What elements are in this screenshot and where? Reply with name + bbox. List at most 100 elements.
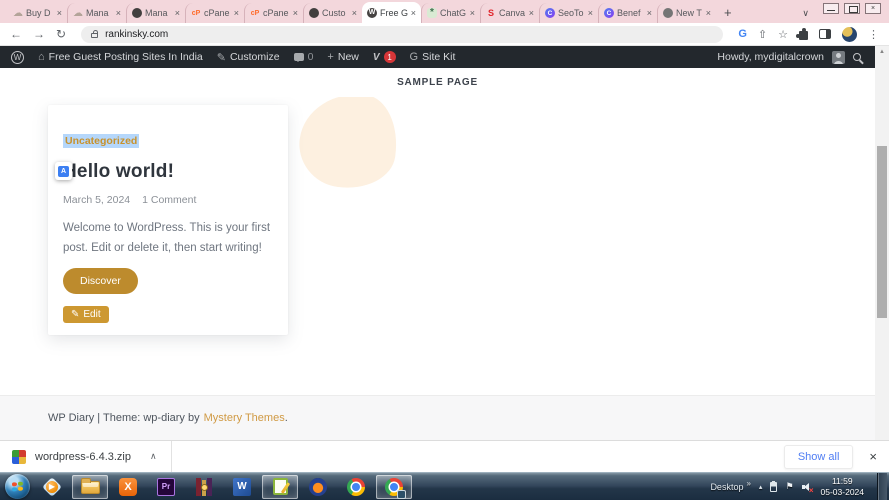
profile-avatar[interactable]: [842, 27, 857, 42]
search-icon[interactable]: [853, 53, 861, 61]
side-panel-icon[interactable]: [819, 29, 831, 39]
download-bar-close-icon[interactable]: ×: [869, 449, 877, 464]
download-expand-icon[interactable]: ∧: [150, 451, 157, 462]
taskbar-media-player-button[interactable]: ▶: [34, 475, 70, 499]
show-desktop-button[interactable]: [877, 473, 887, 500]
google-translate-icon[interactable]: A: [58, 166, 69, 177]
cloud-favicon-icon: ☁: [13, 8, 23, 18]
post-title-link[interactable]: Hello world!: [63, 161, 273, 183]
page-scrollbar[interactable]: ▲: [875, 46, 889, 440]
lock-icon[interactable]: [91, 33, 98, 38]
volume-muted-icon[interactable]: [802, 482, 813, 492]
browser-menu-icon[interactable]: ⋮: [868, 28, 879, 41]
taskbar-winrar-button[interactable]: [186, 475, 222, 499]
discover-button[interactable]: Discover: [63, 268, 138, 294]
reload-icon[interactable]: ↻: [56, 28, 66, 40]
mystery-themes-link[interactable]: Mystery Themes: [204, 412, 285, 424]
tab-close-icon[interactable]: ×: [411, 8, 416, 18]
tab-close-icon[interactable]: ×: [175, 8, 180, 18]
download-item[interactable]: wordpress-6.4.3.zip ∧: [12, 441, 171, 472]
tab-close-icon[interactable]: ×: [647, 8, 652, 18]
admin-bar-account[interactable]: Howdy, mydigitalcrown: [717, 51, 871, 64]
user-avatar: [832, 51, 845, 64]
tab-manage-1[interactable]: ☁ Mana ×: [67, 3, 126, 23]
footer-period: .: [285, 412, 288, 424]
tab-new-tab[interactable]: New T ×: [657, 3, 716, 23]
tab-close-icon[interactable]: ×: [588, 8, 593, 18]
battery-icon[interactable]: [770, 482, 777, 492]
tab-customer[interactable]: Custo ×: [303, 3, 362, 23]
desktop-toolbar[interactable]: Desktop »: [710, 482, 750, 492]
taskbar-clock[interactable]: 11:59 05-03-2024: [821, 476, 864, 497]
tab-buy-domain[interactable]: ☁ Buy D ×: [8, 3, 67, 23]
cpanel-favicon-icon: cP: [191, 8, 201, 18]
wp-admin-bar: W ⌂ Free Guest Posting Sites In India ✎ …: [0, 46, 875, 68]
address-bar[interactable]: rankinsky.com: [81, 26, 723, 43]
tab-close-icon[interactable]: ×: [529, 8, 534, 18]
forward-icon[interactable]: →: [33, 28, 45, 40]
tab-cpanel-2[interactable]: cP cPane ×: [244, 3, 303, 23]
desktop-chevrons-icon[interactable]: »: [746, 479, 750, 489]
cloud-favicon-icon: ☁: [73, 8, 83, 18]
edit-button[interactable]: ✎ Edit: [63, 306, 109, 323]
close-window-button[interactable]: ×: [865, 3, 881, 14]
post-category-link[interactable]: Uncategorized: [63, 134, 139, 148]
tab-close-icon[interactable]: ×: [706, 8, 711, 18]
tab-close-icon[interactable]: ×: [57, 8, 62, 18]
share-icon[interactable]: ⇧: [758, 28, 767, 41]
taskbar-notepad-button[interactable]: [262, 475, 298, 499]
browser-toolbar: ← → ↻ rankinsky.com G ⇧ ☆ ⋮: [0, 23, 889, 46]
tab-canva[interactable]: S Canva ×: [480, 3, 539, 23]
start-button[interactable]: [5, 474, 30, 499]
updates-badge: 1: [384, 51, 396, 63]
taskbar-word-button[interactable]: W: [224, 475, 260, 499]
tab-manage-2[interactable]: Mana ×: [126, 3, 185, 23]
new-tab-button[interactable]: +: [724, 5, 732, 23]
taskbar-chrome-button[interactable]: [338, 475, 374, 499]
tab-close-icon[interactable]: ×: [234, 8, 239, 18]
google-translate-popup[interactable]: A: [55, 162, 72, 180]
tab-close-icon[interactable]: ×: [116, 8, 121, 18]
plus-icon: +: [327, 51, 333, 63]
site-name-menu[interactable]: ⌂ Free Guest Posting Sites In India: [31, 46, 210, 68]
taskbar-chrome-active-button[interactable]: [376, 475, 412, 499]
bookmark-star-icon[interactable]: ☆: [778, 28, 788, 41]
new-content-menu[interactable]: + New: [320, 46, 365, 68]
taskbar-xampp-button[interactable]: X: [110, 475, 146, 499]
back-icon[interactable]: ←: [10, 28, 22, 40]
post-comments-link[interactable]: 1 Comment: [142, 194, 196, 206]
extensions-puzzle-icon[interactable]: [799, 31, 808, 40]
site-viewport: SAMPLE PAGE Uncategorized Hello world! M…: [0, 68, 875, 440]
comments-menu[interactable]: 0: [287, 46, 321, 68]
tab-cpanel-1[interactable]: cP cPane ×: [185, 3, 244, 23]
tab-search-chevron-icon[interactable]: ∨: [802, 8, 809, 23]
taskbar-explorer-button[interactable]: [72, 475, 108, 499]
tab-benefits[interactable]: C Benef ×: [598, 3, 657, 23]
site-kit-menu[interactable]: G Site Kit: [403, 46, 463, 68]
tab-close-icon[interactable]: ×: [470, 8, 475, 18]
action-center-flag-icon[interactable]: ⚑: [785, 481, 793, 492]
wordpress-logo-icon: W: [11, 51, 24, 64]
audacity-icon: [309, 478, 327, 496]
google-lens-icon[interactable]: G: [738, 28, 747, 40]
taskbar-premiere-button[interactable]: Pr: [148, 475, 184, 499]
tab-close-icon[interactable]: ×: [352, 8, 357, 18]
scroll-up-arrow-icon[interactable]: ▲: [875, 46, 889, 55]
customize-menu[interactable]: ✎ Customize: [210, 46, 287, 68]
taskbar-audacity-button[interactable]: [300, 475, 336, 499]
tab-chatgpt[interactable]: * ChatG ×: [421, 3, 480, 23]
tray-hidden-icons-arrow[interactable]: ▴: [759, 483, 763, 491]
wp-logo-menu[interactable]: W: [4, 46, 31, 68]
tab-seo-tools[interactable]: C SeoTo ×: [539, 3, 598, 23]
tab-free-guest-posting-active[interactable]: W Free G ×: [362, 2, 421, 23]
post-card: Uncategorized Hello world! March 5, 2024…: [48, 105, 288, 335]
tab-close-icon[interactable]: ×: [293, 8, 298, 18]
minimize-button[interactable]: [823, 3, 839, 14]
updates-menu[interactable]: V 1: [366, 46, 403, 68]
restore-button[interactable]: [844, 3, 860, 14]
show-all-button[interactable]: Show all: [784, 445, 854, 469]
globe-favicon-icon: [132, 8, 142, 18]
nav-sample-page[interactable]: SAMPLE PAGE: [397, 77, 478, 88]
url-text[interactable]: rankinsky.com: [105, 29, 168, 40]
scrollbar-thumb[interactable]: [877, 146, 887, 318]
